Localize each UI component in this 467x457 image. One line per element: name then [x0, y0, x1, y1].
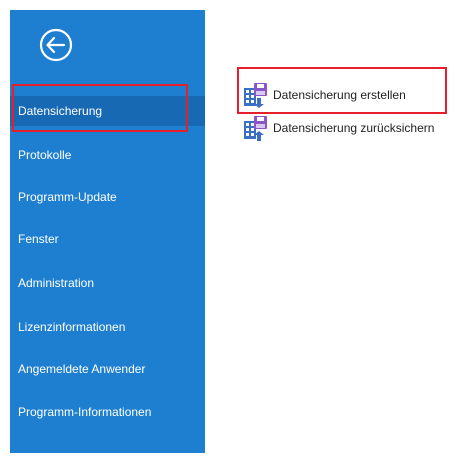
- sidebar-item-label: Protokolle: [18, 148, 72, 162]
- sidebar-item-label: Fenster: [18, 232, 59, 246]
- database-restore-icon: [243, 115, 269, 141]
- create-backup-button[interactable]: Datensicherung erstellen: [243, 80, 406, 110]
- back-button[interactable]: [38, 27, 74, 63]
- restore-backup-label: Datensicherung zurücksichern: [273, 121, 435, 135]
- sidebar-item-datensicherung[interactable]: Datensicherung: [10, 96, 205, 126]
- sidebar-item-label: Angemeldete Anwender: [18, 362, 146, 376]
- database-backup-icon: [243, 82, 269, 108]
- restore-backup-button[interactable]: Datensicherung zurücksichern: [243, 113, 434, 143]
- arrow-left-circle-icon: [39, 28, 73, 62]
- sidebar-item-label: Administration: [18, 276, 95, 290]
- sidebar-item-label: Programm-Update: [18, 190, 117, 204]
- sidebar-item-angemeldete-anwender[interactable]: Angemeldete Anwender: [10, 354, 205, 384]
- sidebar-item-programm-informationen[interactable]: Programm-Informationen: [10, 397, 205, 427]
- sidebar-item-programm-update[interactable]: Programm-Update: [10, 182, 205, 212]
- backstage-sidebar: Datensicherung Protokolle Programm-Updat…: [10, 10, 205, 453]
- sidebar-item-administration[interactable]: Administration: [10, 268, 205, 298]
- sidebar-item-label: Datensicherung: [18, 104, 103, 118]
- sidebar-item-label: Lizenzinformationen: [18, 320, 126, 334]
- sidebar-item-label: Programm-Informationen: [18, 405, 152, 419]
- create-backup-label: Datensicherung erstellen: [273, 88, 406, 102]
- sidebar-item-protokolle[interactable]: Protokolle: [10, 140, 205, 170]
- sidebar-item-lizenzinformationen[interactable]: Lizenzinformationen: [10, 312, 205, 342]
- sidebar-item-fenster[interactable]: Fenster: [10, 224, 205, 254]
